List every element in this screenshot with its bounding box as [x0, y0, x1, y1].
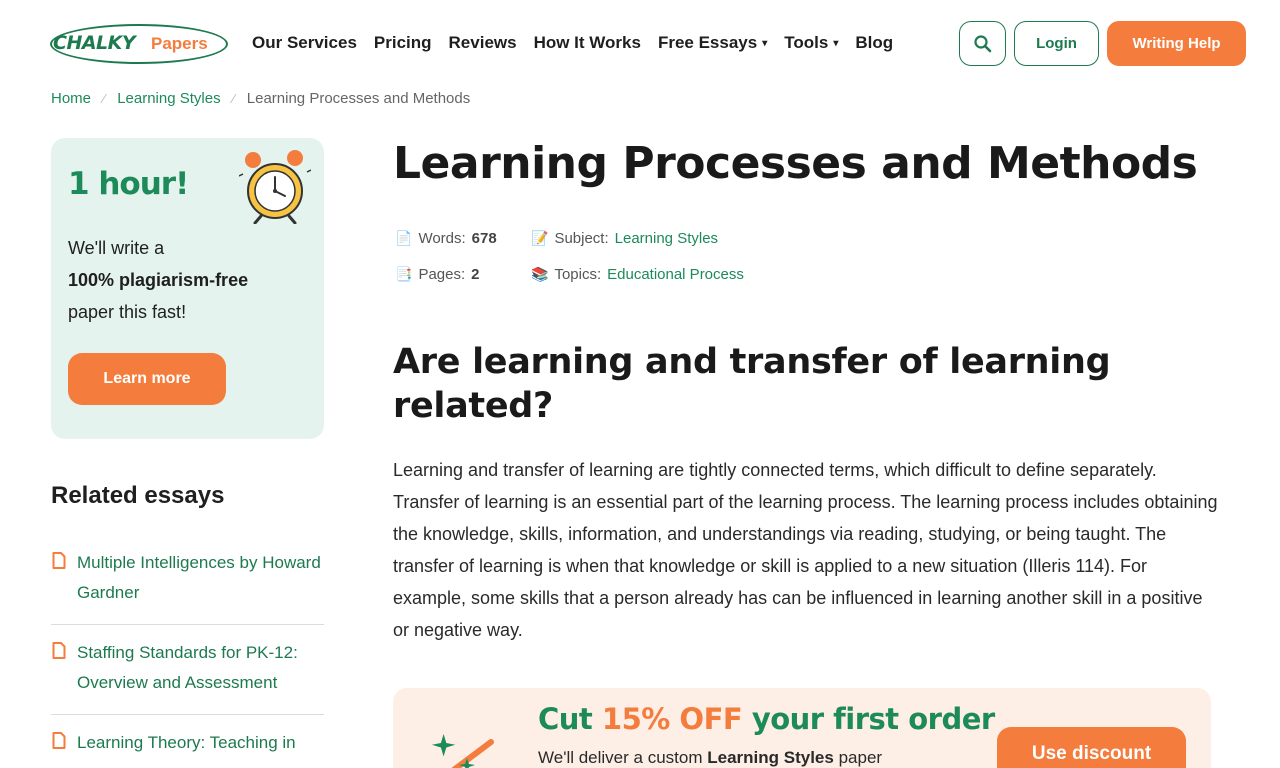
promo-text: We'll write a 100% plagiarism-free paper…: [68, 232, 308, 328]
meta-topics: 📚 Topics: Educational Process: [531, 266, 744, 283]
promo-card: 1 hour! We'll write a 100% plagiarism-fr…: [51, 138, 324, 439]
document-icon: [52, 552, 66, 569]
subject-link[interactable]: Learning Styles: [615, 230, 718, 247]
meta-subject: 📝 Subject: Learning Styles: [531, 230, 718, 247]
list-item[interactable]: Learning Theory: Teaching in: [51, 715, 324, 768]
document-icon: 📄: [395, 230, 413, 246]
nav-free-essays[interactable]: Free Essays ▾: [658, 33, 767, 53]
logo-main-text: CHALKY: [53, 32, 136, 54]
logo-sub-text: Papers: [151, 34, 208, 53]
books-icon: 📚: [531, 266, 549, 282]
promo-text-line: We'll write a: [68, 238, 165, 258]
login-button[interactable]: Login: [1014, 21, 1099, 66]
breadcrumb-separator: ⁄: [103, 91, 106, 106]
memo-icon: 📝: [531, 230, 549, 246]
meta-pages: 📑 Pages: 2: [395, 266, 479, 283]
article-paragraph: Learning and transfer of learning are ti…: [393, 460, 1218, 640]
related-essay-link[interactable]: Learning Theory: Teaching in: [77, 733, 296, 752]
nav-pricing[interactable]: Pricing: [374, 33, 432, 53]
discount-rest-text: your first order: [751, 702, 995, 736]
discount-percent: 15% OFF: [601, 702, 743, 736]
meta-label: Topics:: [554, 266, 602, 283]
discount-subtext: We'll deliver a custom Learning Styles p…: [538, 748, 882, 768]
discount-banner: Cut 15% OFF your first order We'll deliv…: [393, 688, 1211, 768]
nav-label: Pricing: [373, 33, 432, 52]
search-icon: [973, 34, 991, 52]
nav-label: Our Services: [252, 33, 357, 52]
breadcrumb-home[interactable]: Home: [51, 90, 91, 107]
meta-label: Words:: [418, 230, 466, 247]
site-header: CHALKY Papers Our Services Pricing Revie…: [0, 0, 1280, 88]
promo-headline: 1 hour!: [68, 166, 189, 202]
breadcrumb-category[interactable]: Learning Styles: [117, 90, 220, 107]
promo-text-line: paper this fast!: [68, 302, 187, 322]
nav-our-services[interactable]: Our Services: [252, 33, 357, 53]
list-item[interactable]: Staffing Standards for PK-12: Overview a…: [51, 625, 324, 715]
page-title: Learning Processes and Methods: [393, 138, 1198, 189]
discount-cut-text: Cut: [538, 702, 593, 736]
nav-label: Reviews: [448, 33, 517, 52]
related-essay-link[interactable]: Multiple Intelligences by Howard Gardner: [77, 553, 321, 602]
chevron-down-icon: ▾: [833, 37, 839, 49]
breadcrumb-separator: ⁄: [232, 91, 235, 106]
use-discount-button[interactable]: Use discount: [997, 727, 1186, 768]
nav-reviews[interactable]: Reviews: [449, 33, 517, 53]
nav-label: Tools: [784, 33, 829, 52]
discount-headline: Cut 15% OFF your first order: [538, 702, 995, 736]
list-item[interactable]: Multiple Intelligences by Howard Gardner: [51, 535, 324, 625]
topics-link[interactable]: Educational Process: [607, 266, 744, 283]
nav-label: How It Works: [533, 33, 641, 52]
magic-wand-icon: [431, 734, 494, 768]
writing-help-button[interactable]: Writing Help: [1107, 21, 1246, 66]
search-button[interactable]: [959, 21, 1006, 66]
alarm-clock-icon: [239, 150, 311, 224]
related-essay-link[interactable]: Staffing Standards for PK-12: Overview a…: [77, 643, 298, 692]
promo-text-bold: 100% plagiarism-free: [68, 270, 249, 290]
meta-label: Pages:: [418, 266, 466, 283]
nav-label: Free Essays: [657, 33, 758, 52]
discount-subtext-pre: We'll deliver a custom: [538, 748, 703, 767]
chevron-down-icon: ▾: [762, 37, 768, 49]
meta-words: 📄 Words: 678: [395, 230, 497, 247]
nav-label: Blog: [855, 33, 894, 52]
meta-value: 678: [471, 230, 497, 247]
nav-blog[interactable]: Blog: [855, 33, 893, 53]
nav-tools[interactable]: Tools ▾: [784, 33, 838, 53]
document-icon: [52, 732, 66, 749]
pages-icon: 📑: [395, 266, 413, 282]
breadcrumb: Home ⁄ Learning Styles ⁄ Learning Proces…: [51, 90, 470, 107]
section-heading: Are learning and transfer of learning re…: [393, 342, 1111, 426]
site-logo[interactable]: CHALKY Papers: [50, 24, 228, 64]
meta-label: Subject:: [554, 230, 609, 247]
learn-more-button[interactable]: Learn more: [68, 353, 226, 405]
nav-how-it-works[interactable]: How It Works: [534, 33, 641, 53]
related-essays-list: Multiple Intelligences by Howard Gardner…: [51, 535, 324, 768]
discount-subtext-bold: Learning Styles: [707, 748, 834, 767]
meta-value: 2: [471, 266, 480, 283]
related-essays-title: Related essays: [51, 482, 225, 509]
main-nav: Our Services Pricing Reviews How It Work…: [252, 33, 910, 53]
breadcrumb-current: Learning Processes and Methods: [246, 90, 471, 107]
document-icon: [52, 642, 66, 659]
discount-subtext-post: paper: [838, 748, 883, 767]
